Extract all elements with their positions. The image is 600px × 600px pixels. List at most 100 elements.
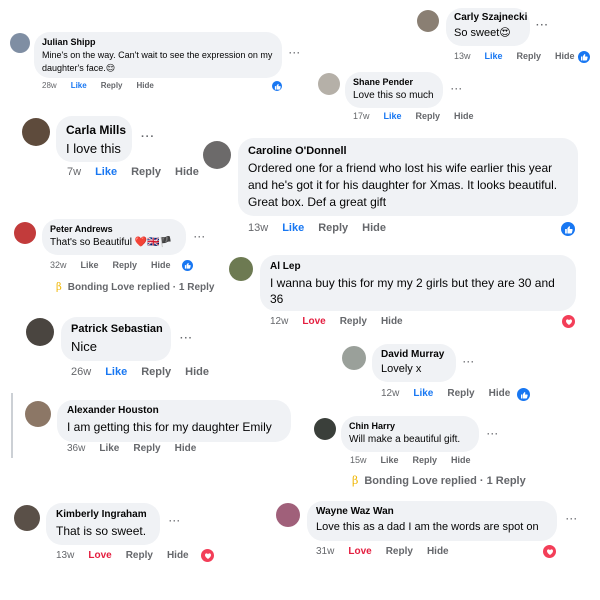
reply-button[interactable]: Reply — [101, 81, 123, 90]
hide-button[interactable]: Hide — [454, 111, 474, 121]
comment-time[interactable]: 12w — [381, 388, 399, 399]
comment-time[interactable]: 7w — [67, 166, 81, 178]
replies-label[interactable]: Bonding Love replied · 1 Reply — [68, 282, 215, 293]
love-reaction-icon[interactable] — [560, 313, 577, 330]
avatar[interactable] — [22, 118, 50, 146]
commenter-name[interactable]: Carla Mills — [66, 123, 126, 137]
hide-button[interactable]: Hide — [381, 316, 403, 327]
comment-time[interactable]: 36w — [67, 443, 85, 454]
commenter-name[interactable]: Patrick Sebastian — [71, 323, 163, 335]
more-options-icon[interactable]: ··· — [463, 357, 475, 367]
hide-button[interactable]: Hide — [185, 366, 209, 378]
like-button[interactable]: Like — [282, 222, 304, 234]
love-button[interactable]: Love — [88, 550, 111, 561]
reply-button[interactable]: Reply — [113, 260, 138, 270]
hide-button[interactable]: Hide — [137, 81, 154, 90]
reply-button[interactable]: Reply — [340, 316, 367, 327]
like-reaction-icon[interactable] — [515, 386, 532, 403]
avatar[interactable] — [10, 33, 30, 53]
hide-button[interactable]: Hide — [167, 550, 189, 561]
love-button[interactable]: Love — [302, 316, 325, 327]
like-button[interactable]: Like — [71, 81, 87, 90]
reply-button[interactable]: Reply — [416, 111, 441, 121]
like-button[interactable]: Like — [381, 455, 399, 465]
more-options-icon[interactable]: ··· — [194, 232, 206, 242]
comment-time[interactable]: 17w — [353, 111, 370, 121]
commenter-name[interactable]: Carly Szajnecki — [454, 12, 527, 23]
reply-button[interactable]: Reply — [413, 455, 438, 465]
comment-time[interactable]: 12w — [270, 316, 288, 327]
reply-button[interactable]: Reply — [318, 222, 348, 234]
like-button[interactable]: Like — [413, 388, 433, 399]
hide-button[interactable]: Hide — [362, 222, 386, 234]
view-replies-link[interactable]: β Bonding Love replied · 1 Reply — [56, 282, 214, 293]
commenter-name[interactable]: Caroline O'Donnell — [248, 145, 568, 157]
comment-time[interactable]: 28w — [42, 81, 57, 90]
more-options-icon[interactable]: ··· — [289, 48, 301, 58]
like-reaction-icon[interactable] — [576, 49, 592, 65]
commenter-name[interactable]: Al Lep — [270, 261, 566, 272]
commenter-name[interactable]: Kimberly Ingraham — [56, 509, 150, 520]
commenter-name[interactable]: Wayne Waz Wan — [316, 506, 548, 517]
reply-button[interactable]: Reply — [447, 388, 474, 399]
more-options-icon[interactable]: ··· — [566, 514, 578, 524]
avatar[interactable] — [318, 73, 340, 95]
reply-button[interactable]: Reply — [517, 51, 542, 61]
avatar[interactable] — [342, 346, 366, 370]
more-options-icon[interactable]: ··· — [141, 131, 155, 143]
avatar[interactable] — [203, 141, 231, 169]
comment-time[interactable]: 13w — [56, 550, 74, 561]
avatar[interactable] — [14, 505, 40, 531]
commenter-name[interactable]: David Murray — [381, 349, 447, 360]
love-reaction-icon[interactable] — [541, 543, 558, 560]
reply-button[interactable]: Reply — [386, 546, 413, 557]
hide-button[interactable]: Hide — [175, 443, 197, 454]
comment-time[interactable]: 15w — [350, 455, 367, 465]
commenter-name[interactable]: Peter Andrews — [50, 224, 178, 234]
hide-button[interactable]: Hide — [555, 51, 575, 61]
avatar[interactable] — [417, 10, 439, 32]
like-button[interactable]: Like — [81, 260, 99, 270]
like-button[interactable]: Like — [384, 111, 402, 121]
comment-time[interactable]: 31w — [316, 546, 334, 557]
commenter-name[interactable]: Chin Harry — [349, 421, 471, 431]
more-options-icon[interactable]: ··· — [487, 429, 499, 439]
reply-button[interactable]: Reply — [131, 166, 161, 178]
reply-button[interactable]: Reply — [141, 366, 171, 378]
hide-button[interactable]: Hide — [175, 166, 199, 178]
comment-time[interactable]: 32w — [50, 260, 67, 270]
view-replies-link[interactable]: β Bonding Love replied · 1 Reply — [352, 474, 526, 487]
like-reaction-icon[interactable] — [180, 258, 195, 273]
hide-button[interactable]: Hide — [427, 546, 449, 557]
love-reaction-icon[interactable] — [199, 547, 216, 564]
commenter-name[interactable]: Alexander Houston — [67, 405, 281, 416]
more-options-icon[interactable]: ··· — [169, 516, 181, 526]
more-options-icon[interactable]: ··· — [451, 84, 463, 94]
hide-button[interactable]: Hide — [151, 260, 171, 270]
avatar[interactable] — [14, 222, 36, 244]
hide-button[interactable]: Hide — [489, 388, 511, 399]
comment-time[interactable]: 13w — [248, 222, 268, 234]
like-reaction-icon[interactable] — [270, 79, 284, 93]
commenter-name[interactable]: Julian Shipp — [42, 37, 274, 47]
reply-button[interactable]: Reply — [126, 550, 153, 561]
comment-time[interactable]: 26w — [71, 366, 91, 378]
avatar[interactable] — [229, 257, 253, 281]
like-button[interactable]: Like — [99, 443, 119, 454]
commenter-name[interactable]: Shane Pender — [353, 77, 435, 87]
avatar[interactable] — [314, 418, 336, 440]
avatar[interactable] — [25, 401, 51, 427]
like-button[interactable]: Like — [105, 366, 127, 378]
like-button[interactable]: Like — [95, 166, 117, 178]
hide-button[interactable]: Hide — [451, 455, 471, 465]
like-button[interactable]: Like — [485, 51, 503, 61]
comment-time[interactable]: 13w — [454, 51, 471, 61]
more-options-icon[interactable]: ··· — [180, 333, 193, 344]
avatar[interactable] — [26, 318, 54, 346]
reply-button[interactable]: Reply — [133, 443, 160, 454]
more-options-icon[interactable]: ··· — [536, 20, 549, 31]
replies-label[interactable]: Bonding Love replied · 1 Reply — [364, 475, 525, 487]
like-reaction-icon[interactable] — [559, 220, 577, 238]
love-button[interactable]: Love — [348, 546, 371, 557]
avatar[interactable] — [276, 503, 300, 527]
